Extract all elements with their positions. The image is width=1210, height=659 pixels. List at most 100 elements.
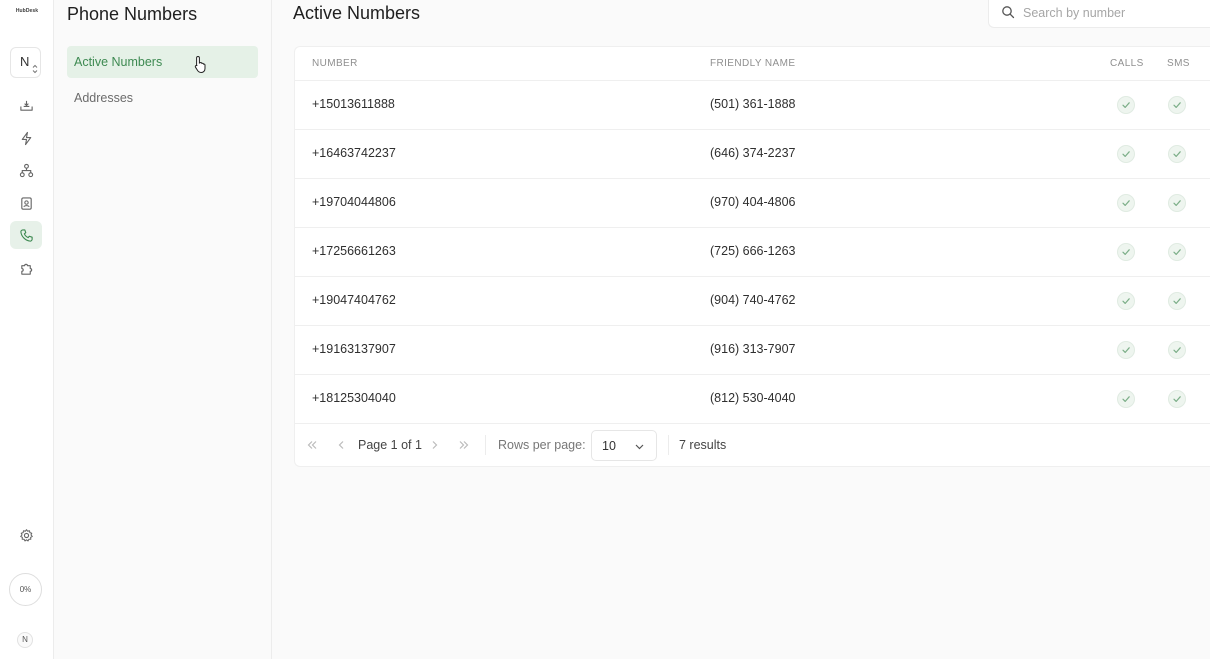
main-content: Active Numbers NUMBER FRIENDLY NAME CALL… <box>272 0 1210 659</box>
search-box[interactable] <box>988 0 1210 28</box>
check-icon <box>1122 200 1130 206</box>
chevron-down-icon <box>635 444 644 450</box>
rail-item-contacts[interactable] <box>10 189 42 217</box>
check-icon <box>1122 347 1130 353</box>
page-indicator: Page 1 of 1 <box>358 438 422 452</box>
friendly-name-cell: (916) 313-7907 <box>710 342 796 356</box>
gear-icon <box>19 528 33 541</box>
number-cell: +19704044806 <box>312 195 396 209</box>
check-icon <box>1173 249 1181 255</box>
column-header-friendly-name[interactable]: FRIENDLY NAME <box>710 58 795 69</box>
rail-item-integrations[interactable] <box>10 254 42 282</box>
last-page-button[interactable] <box>456 437 472 453</box>
number-cell: +15013611888 <box>312 97 395 111</box>
number-cell: +19047404762 <box>312 293 396 307</box>
sms-enabled-indicator <box>1168 243 1186 261</box>
numbers-table-card: NUMBER FRIENDLY NAME CALLS SMS +15013611… <box>294 46 1210 467</box>
column-header-number[interactable]: NUMBER <box>312 58 358 69</box>
check-icon <box>1122 249 1130 255</box>
rail-item-inbox[interactable] <box>10 91 42 119</box>
calls-enabled-indicator <box>1117 243 1135 261</box>
check-icon <box>1173 200 1181 206</box>
rail-item-flows[interactable] <box>10 156 42 184</box>
calls-enabled-indicator <box>1117 145 1135 163</box>
results-count: 7 results <box>679 438 727 452</box>
nav-item-active-numbers[interactable]: Active Numbers <box>67 46 258 78</box>
table-row[interactable]: +18125304040 (812) 530-4040 <box>295 375 1210 424</box>
workspace-switcher[interactable]: N <box>10 47 41 78</box>
rows-per-page-label: Rows per page: <box>498 438 586 452</box>
number-cell: +19163137907 <box>312 342 396 356</box>
friendly-name-cell: (501) 361-1888 <box>710 97 796 111</box>
mouse-pointer-icon <box>194 55 206 74</box>
sms-enabled-indicator <box>1168 145 1186 163</box>
check-icon <box>1122 396 1130 402</box>
sms-enabled-indicator <box>1168 96 1186 114</box>
check-icon <box>1173 347 1181 353</box>
sms-enabled-indicator <box>1168 194 1186 212</box>
chevron-right-icon <box>432 441 438 449</box>
rail-item-phone-numbers[interactable] <box>10 221 42 249</box>
check-icon <box>1173 396 1181 402</box>
check-icon <box>1173 151 1181 157</box>
first-page-button[interactable] <box>304 437 320 453</box>
contact-icon <box>20 196 32 210</box>
next-page-button[interactable] <box>427 437 443 453</box>
check-icon <box>1122 102 1130 108</box>
sms-enabled-indicator <box>1168 390 1186 408</box>
friendly-name-cell: (904) 740-4762 <box>710 293 796 307</box>
check-icon <box>1173 102 1181 108</box>
flow-icon <box>19 163 33 177</box>
rail-item-automations[interactable] <box>10 124 42 152</box>
calls-enabled-indicator <box>1117 194 1135 212</box>
sms-enabled-indicator <box>1168 341 1186 359</box>
nav-item-addresses[interactable]: Addresses <box>67 82 258 114</box>
friendly-name-cell: (970) 404-4806 <box>710 195 796 209</box>
page-title: Active Numbers <box>293 3 421 23</box>
calls-enabled-indicator <box>1117 292 1135 310</box>
workspace-initial: N <box>20 54 30 69</box>
friendly-name-cell: (812) 530-4040 <box>710 391 796 405</box>
table-row[interactable]: +15013611888 (501) 361-1888 <box>295 81 1210 130</box>
user-avatar[interactable]: N <box>17 632 33 648</box>
secondary-nav: Phone Numbers Active Numbers Addresses <box>54 0 272 659</box>
calls-enabled-indicator <box>1117 96 1135 114</box>
icon-rail: HubDesk N 0% N <box>0 0 54 659</box>
calls-enabled-indicator <box>1117 341 1135 359</box>
friendly-name-cell: (725) 666-1263 <box>710 244 796 258</box>
chevrons-right-icon <box>459 441 469 449</box>
table-row[interactable]: +19163137907 (916) 313-7907 <box>295 326 1210 375</box>
table-row[interactable]: +16463742237 (646) 374-2237 <box>295 130 1210 179</box>
divider <box>668 435 669 455</box>
table-row[interactable]: +19047404762 (904) 740-4762 <box>295 277 1210 326</box>
divider <box>485 435 486 455</box>
section-title: Phone Numbers <box>67 4 198 24</box>
chevrons-left-icon <box>307 441 317 449</box>
check-icon <box>1122 151 1130 157</box>
previous-page-button[interactable] <box>333 437 349 453</box>
sms-enabled-indicator <box>1168 292 1186 310</box>
table-header: NUMBER FRIENDLY NAME CALLS SMS <box>295 47 1210 81</box>
check-icon <box>1173 298 1181 304</box>
calls-enabled-indicator <box>1117 390 1135 408</box>
column-header-sms[interactable]: SMS <box>1167 58 1190 69</box>
pagination-bar: Page 1 of 1 Rows per page: 10 7 results <box>295 423 1210 468</box>
app-logo[interactable]: HubDesk <box>0 8 54 14</box>
chevron-up-down-icon <box>32 64 38 74</box>
usage-progress-ring[interactable]: 0% <box>9 573 42 606</box>
rows-per-page-value: 10 <box>602 439 616 453</box>
table-row[interactable]: +17256661263 (725) 666-1263 <box>295 228 1210 277</box>
table-row[interactable]: +19704044806 (970) 404-4806 <box>295 179 1210 228</box>
number-cell: +18125304040 <box>312 391 396 405</box>
inbox-icon <box>19 100 33 111</box>
chevron-left-icon <box>338 441 344 449</box>
search-input[interactable] <box>1023 3 1203 23</box>
app-root: HubDesk N 0% N Phone Numbers Active Numb… <box>0 0 1210 659</box>
puzzle-icon <box>20 263 32 275</box>
lightning-icon <box>21 131 31 145</box>
column-header-calls[interactable]: CALLS <box>1110 58 1144 69</box>
check-icon <box>1122 298 1130 304</box>
rail-item-settings[interactable] <box>10 521 42 549</box>
search-icon <box>1002 6 1015 19</box>
rows-per-page-select[interactable]: 10 <box>591 430 657 461</box>
